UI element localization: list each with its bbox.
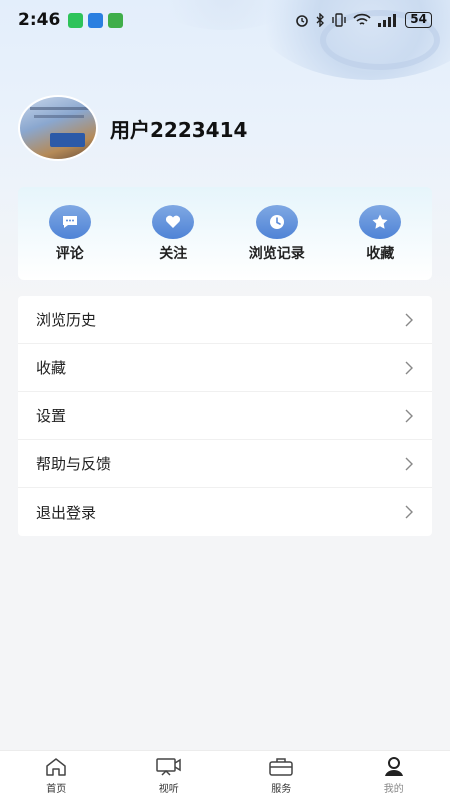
app-notification-icon xyxy=(108,12,124,28)
avatar[interactable] xyxy=(18,95,98,161)
quick-action-history[interactable]: 浏览记录 xyxy=(232,204,322,263)
menu-item-label: 帮助与反馈 xyxy=(36,455,112,473)
quick-action-label: 收藏 xyxy=(366,245,395,262)
menu-item-logout[interactable]: 退出登录 xyxy=(18,488,432,536)
nav-tab-home[interactable]: 首页 xyxy=(16,756,96,795)
quick-action-favorites[interactable]: 收藏 xyxy=(335,204,425,263)
menu-item-browse-history[interactable]: 浏览历史 xyxy=(18,296,432,344)
bluetooth-icon xyxy=(316,13,325,27)
battery-indicator: 54 xyxy=(405,12,432,28)
alarm-icon xyxy=(296,15,309,27)
quick-action-follow[interactable]: 关注 xyxy=(128,204,218,263)
tv-icon xyxy=(156,756,182,778)
nav-tab-mine[interactable]: 我的 xyxy=(354,756,434,795)
quick-actions-card: 评论 关注 浏览记录 收藏 xyxy=(18,187,432,280)
star-icon xyxy=(359,204,402,239)
chevron-right-icon xyxy=(405,313,413,326)
quick-action-label: 浏览记录 xyxy=(248,245,305,262)
user-icon xyxy=(383,756,405,778)
quick-action-label: 评论 xyxy=(55,245,84,262)
heart-icon xyxy=(152,204,195,239)
quick-action-label: 关注 xyxy=(159,245,188,262)
status-indicators: 54 xyxy=(295,12,432,28)
nav-label: 服务 xyxy=(271,784,292,795)
nav-label: 首页 xyxy=(46,784,67,795)
wechat-icon xyxy=(68,12,84,28)
menu-item-favorites[interactable]: 收藏 xyxy=(18,344,432,392)
nav-tab-media[interactable]: 视听 xyxy=(129,756,209,795)
chevron-right-icon xyxy=(405,409,413,422)
status-bar: 2:46 54 xyxy=(0,0,450,40)
settings-menu: 浏览历史 收藏 设置 帮助与反馈 退出登录 xyxy=(18,296,432,536)
nav-label: 我的 xyxy=(383,784,404,795)
username: 用户2223414 xyxy=(110,117,248,142)
chevron-right-icon xyxy=(405,505,413,519)
menu-item-help-feedback[interactable]: 帮助与反馈 xyxy=(18,440,432,488)
nav-label: 视听 xyxy=(158,784,179,795)
menu-item-label: 设置 xyxy=(36,407,67,425)
briefcase-icon xyxy=(269,756,293,778)
nav-tab-services[interactable]: 服务 xyxy=(241,756,321,795)
chevron-right-icon xyxy=(405,457,413,470)
menu-item-label: 收藏 xyxy=(36,359,67,377)
app-notification-icon xyxy=(88,12,104,28)
menu-item-label: 退出登录 xyxy=(36,503,97,522)
profile-header[interactable]: 用户2223414 xyxy=(18,95,247,161)
quick-action-comments[interactable]: 评论 xyxy=(25,204,115,263)
status-time: 2:46 xyxy=(18,10,61,30)
comment-icon xyxy=(48,204,91,239)
menu-item-settings[interactable]: 设置 xyxy=(18,392,432,440)
wifi-icon xyxy=(353,13,371,25)
clock-icon xyxy=(255,204,298,239)
vibrate-icon xyxy=(332,13,346,27)
signal-icon xyxy=(378,14,397,27)
chevron-right-icon xyxy=(405,361,413,374)
menu-item-label: 浏览历史 xyxy=(36,311,97,329)
bottom-navigation: 首页 视听 服务 我的 xyxy=(0,750,450,800)
home-icon xyxy=(45,756,67,778)
